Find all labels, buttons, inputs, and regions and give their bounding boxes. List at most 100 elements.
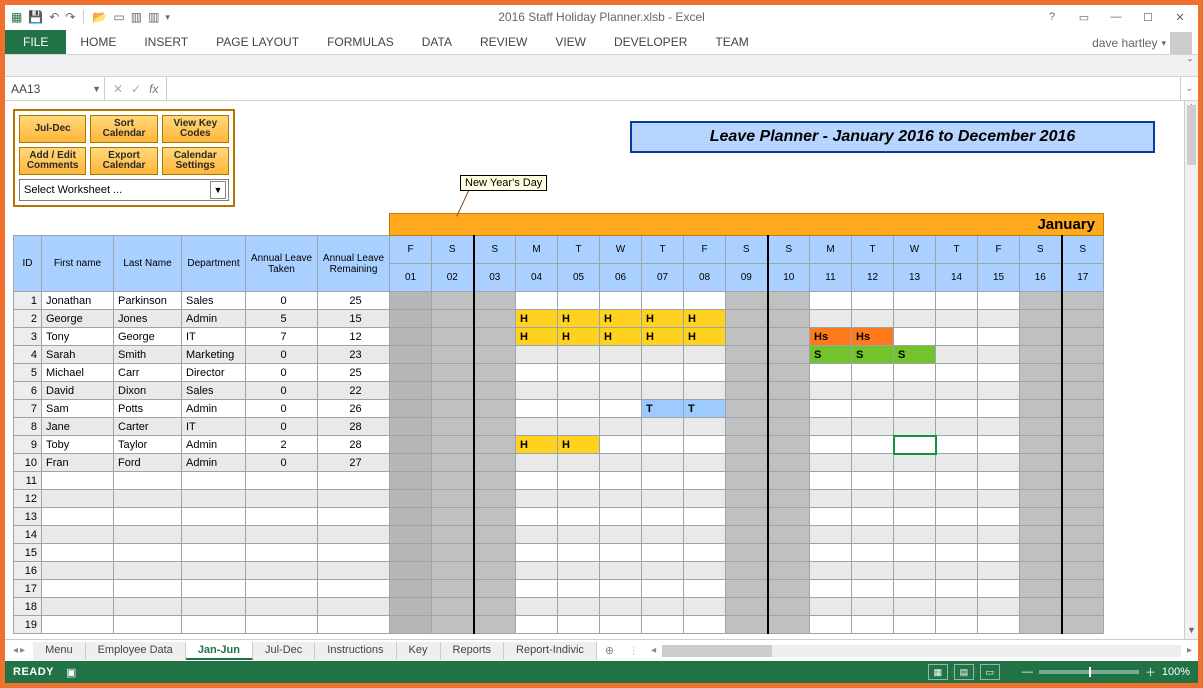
calendar-cell[interactable] (894, 382, 936, 400)
calendar-cell[interactable] (474, 616, 516, 634)
calendar-cell[interactable] (1062, 508, 1104, 526)
calendar-settings-button[interactable]: Calendar Settings (162, 147, 229, 175)
calendar-cell[interactable] (1020, 364, 1062, 382)
calendar-cell[interactable] (390, 382, 432, 400)
calendar-cell[interactable] (642, 472, 684, 490)
calendar-cell[interactable] (1062, 472, 1104, 490)
calendar-cell[interactable] (726, 490, 768, 508)
calendar-cell[interactable] (600, 418, 642, 436)
calendar-cell[interactable] (432, 454, 474, 472)
empty-row[interactable]: 11 (14, 472, 1104, 490)
calendar-cell[interactable] (642, 598, 684, 616)
calendar-cell[interactable] (1020, 508, 1062, 526)
calendar-cell[interactable] (810, 562, 852, 580)
calendar-cell[interactable] (726, 580, 768, 598)
calendar-cell[interactable] (936, 400, 978, 418)
calendar-cell[interactable] (474, 454, 516, 472)
calendar-cell[interactable] (558, 580, 600, 598)
calendar-cell[interactable] (600, 544, 642, 562)
calendar-cell[interactable] (852, 598, 894, 616)
calendar-cell[interactable] (390, 436, 432, 454)
calendar-cell[interactable] (474, 382, 516, 400)
calendar-cell[interactable] (810, 580, 852, 598)
calendar-cell[interactable] (642, 526, 684, 544)
sheet-tab[interactable]: Report-Indivic (504, 642, 597, 660)
calendar-cell[interactable] (978, 454, 1020, 472)
scroll-down-icon[interactable]: ▼ (1185, 625, 1198, 639)
calendar-cell[interactable] (768, 382, 810, 400)
zoom-out-icon[interactable]: — (1022, 666, 1033, 678)
calendar-cell[interactable] (684, 526, 726, 544)
calendar-cell[interactable] (432, 346, 474, 364)
sheet-tab[interactable]: Key (397, 642, 441, 660)
close-icon[interactable]: ✕ (1166, 7, 1194, 27)
calendar-cell[interactable] (768, 310, 810, 328)
calendar-cell[interactable] (978, 490, 1020, 508)
cancel-formula-icon[interactable]: ✕ (113, 82, 123, 96)
calendar-cell[interactable] (474, 580, 516, 598)
calendar-cell[interactable] (516, 508, 558, 526)
calendar-cell[interactable] (852, 454, 894, 472)
calendar-cell[interactable] (978, 544, 1020, 562)
calendar-cell[interactable] (516, 418, 558, 436)
calendar-cell[interactable] (1062, 490, 1104, 508)
calendar-cell[interactable] (852, 490, 894, 508)
calendar-cell[interactable] (852, 526, 894, 544)
calendar-cell[interactable] (432, 328, 474, 346)
calendar-cell[interactable] (1020, 328, 1062, 346)
calendar-cell[interactable] (474, 436, 516, 454)
calendar-cell[interactable] (852, 382, 894, 400)
scrollbar-thumb[interactable] (662, 645, 772, 657)
calendar-cell[interactable] (936, 418, 978, 436)
calendar-cell[interactable] (852, 472, 894, 490)
calendar-cell[interactable] (768, 364, 810, 382)
calendar-cell[interactable] (768, 328, 810, 346)
sheet-nav-first-icon[interactable]: ◂ (13, 645, 18, 656)
calendar-cell[interactable] (810, 508, 852, 526)
calendar-cell[interactable] (810, 292, 852, 310)
calendar-cell[interactable] (600, 346, 642, 364)
calendar-cell[interactable] (936, 562, 978, 580)
calendar-cell[interactable] (726, 346, 768, 364)
calendar-cell[interactable] (642, 544, 684, 562)
calendar-cell[interactable] (474, 292, 516, 310)
help-icon[interactable]: ? (1038, 7, 1066, 27)
calendar-cell[interactable] (810, 598, 852, 616)
calendar-cell[interactable] (978, 508, 1020, 526)
collapse-ribbon-icon[interactable]: ˇ (1188, 57, 1192, 71)
staff-row[interactable]: 1JonathanParkinsonSales025 (14, 292, 1104, 310)
calendar-cell[interactable] (474, 562, 516, 580)
sort-calendar-button[interactable]: Sort Calendar (90, 115, 157, 143)
calendar-cell[interactable] (516, 454, 558, 472)
calendar-cell[interactable] (642, 418, 684, 436)
calendar-cell[interactable] (894, 490, 936, 508)
calendar-cell[interactable] (390, 400, 432, 418)
tab-insert[interactable]: INSERT (130, 31, 202, 54)
calendar-cell[interactable] (390, 598, 432, 616)
calendar-cell[interactable] (642, 346, 684, 364)
calendar-cell[interactable] (558, 382, 600, 400)
calendar-cell[interactable] (852, 508, 894, 526)
calendar-cell[interactable] (600, 400, 642, 418)
calendar-cell[interactable] (1062, 544, 1104, 562)
calendar-cell[interactable] (390, 346, 432, 364)
calendar-cell[interactable] (642, 436, 684, 454)
staff-row[interactable]: 2GeorgeJonesAdmin515HHHHH (14, 310, 1104, 328)
calendar-cell[interactable] (516, 598, 558, 616)
calendar-cell[interactable] (1062, 436, 1104, 454)
calendar-cell[interactable] (642, 562, 684, 580)
calendar-cell[interactable] (810, 490, 852, 508)
calendar-cell[interactable] (390, 292, 432, 310)
tab-view[interactable]: VIEW (541, 31, 600, 54)
qat-extra-icon[interactable]: ▥ (131, 10, 142, 24)
calendar-cell[interactable]: H (516, 436, 558, 454)
calendar-cell[interactable] (684, 490, 726, 508)
open-icon[interactable]: 📂 (92, 10, 107, 24)
tab-review[interactable]: REVIEW (466, 31, 541, 54)
calendar-cell[interactable] (516, 544, 558, 562)
calendar-cell[interactable] (1062, 580, 1104, 598)
empty-row[interactable]: 12 (14, 490, 1104, 508)
calendar-cell[interactable] (684, 580, 726, 598)
calendar-cell[interactable] (558, 616, 600, 634)
calendar-cell[interactable] (768, 508, 810, 526)
